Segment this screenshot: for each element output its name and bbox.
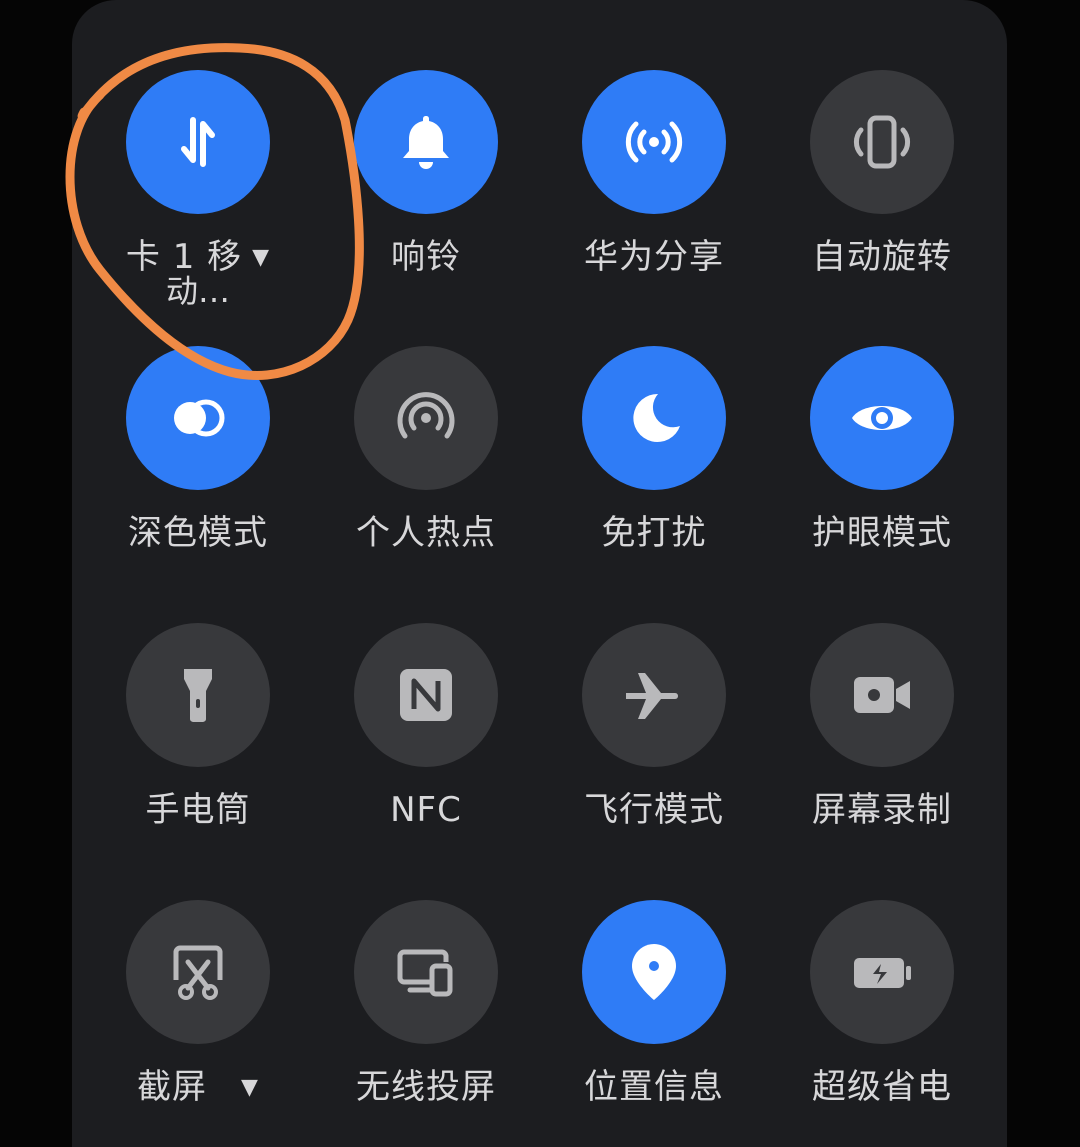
dark-mode-icon [174, 399, 225, 437]
nfc-toggle[interactable] [354, 623, 498, 767]
hotspot-icon [397, 392, 455, 439]
airplane-mode-toggle[interactable] [582, 623, 726, 767]
location-toggle[interactable] [582, 900, 726, 1044]
tile-label: 位置信息 [584, 1067, 724, 1107]
screen-record-toggle[interactable] [810, 623, 954, 767]
auto-rotate-toggle[interactable] [810, 70, 954, 214]
dark-mode-toggle[interactable] [126, 346, 270, 490]
tile-label: 飞行模式 [584, 790, 724, 830]
wireless-projection-icon [397, 949, 453, 997]
eye-comfort-toggle[interactable] [810, 346, 954, 490]
ring-toggle[interactable] [354, 70, 498, 214]
tile-label: 护眼模式 [812, 513, 952, 553]
tile-label: 自动旋转 [812, 237, 952, 277]
dropdown-arrow-icon[interactable]: ▼ [252, 239, 270, 277]
tile-label: 个人热点 [356, 513, 496, 553]
tile-label: 屏幕录制 [812, 790, 952, 830]
tile-label: 免打扰 [601, 513, 707, 553]
huawei-share-icon [625, 121, 683, 163]
tile-label: 超级省电 [812, 1067, 952, 1107]
quick-settings-panel: 卡 1 移 ▼ 动… 响铃 华为分享 自动旋转 深色模式 个人热点 免打扰 护眼… [72, 0, 1007, 1147]
auto-rotate-icon [853, 115, 911, 169]
tile-label: 截屏 ▼ [137, 1067, 259, 1107]
nfc-icon [400, 669, 452, 721]
hotspot-toggle[interactable] [354, 346, 498, 490]
airplane-icon [626, 673, 678, 719]
bell-icon [403, 116, 449, 169]
dropdown-arrow-icon[interactable]: ▼ [241, 1069, 259, 1107]
wireless-projection-toggle[interactable] [354, 900, 498, 1044]
mobile-data-toggle[interactable] [126, 70, 270, 214]
screen-record-icon [854, 677, 910, 713]
battery-saver-toggle[interactable] [810, 900, 954, 1044]
tile-label: 手电筒 [145, 790, 251, 830]
tile-label: 无线投屏 [356, 1067, 496, 1107]
eye-icon [852, 406, 912, 430]
mobile-data-icon [181, 117, 215, 167]
tile-label: NFC [390, 790, 462, 830]
tile-label-line2: 动… [165, 272, 230, 310]
battery-saver-icon [854, 958, 911, 988]
huawei-share-toggle[interactable] [582, 70, 726, 214]
location-icon [632, 944, 676, 1000]
tile-label: 响铃 [391, 237, 461, 277]
do-not-disturb-toggle[interactable] [582, 346, 726, 490]
tile-label: 深色模式 [128, 513, 268, 553]
screenshot-toggle[interactable] [126, 900, 270, 1044]
tile-label: 华为分享 [584, 237, 724, 277]
moon-icon [633, 393, 680, 442]
screenshot-icon [173, 945, 223, 1000]
flashlight-toggle[interactable] [126, 623, 270, 767]
flashlight-icon [184, 669, 212, 722]
